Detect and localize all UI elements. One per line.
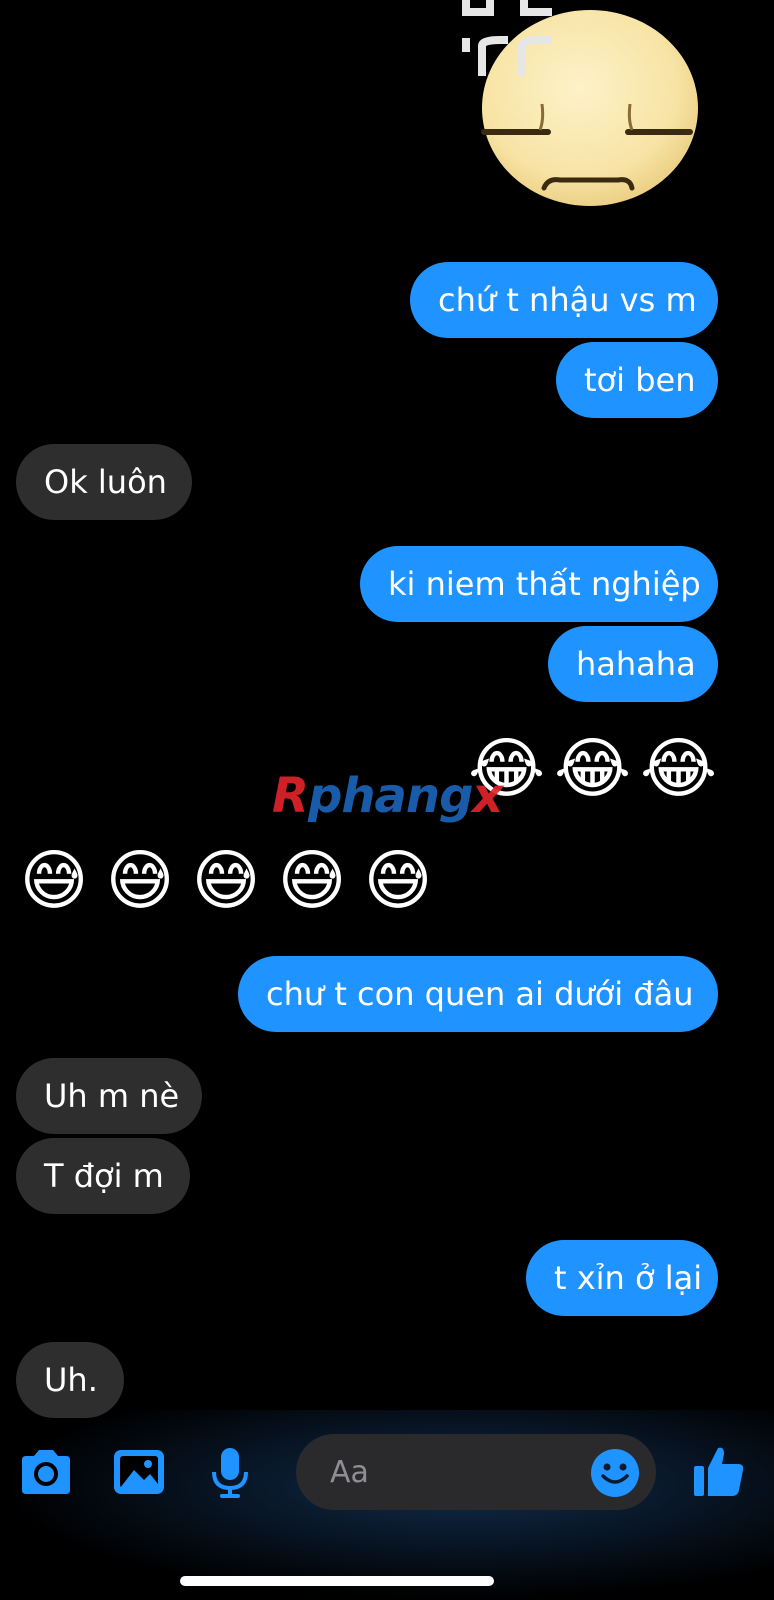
- message-input-placeholder: Aa: [330, 1454, 369, 1490]
- emoji-glyph: 😅: [105, 842, 175, 919]
- message-incoming[interactable]: Uh.: [16, 1342, 124, 1418]
- thumbs-up-icon[interactable]: [692, 1444, 746, 1498]
- emoji-glyph: 😅: [191, 842, 261, 919]
- message-incoming[interactable]: T đợi m: [16, 1138, 190, 1214]
- sticker-fragment: [462, 0, 552, 76]
- emoji-glyph: 😂: [554, 730, 632, 807]
- emoji-glyph: 😅: [277, 842, 347, 919]
- message-outgoing[interactable]: chứ t nhậu vs m: [410, 262, 718, 338]
- image-icon[interactable]: [112, 1448, 166, 1496]
- message-input[interactable]: Aa: [296, 1434, 656, 1510]
- emoji-glyph: 😅: [363, 842, 433, 919]
- home-indicator: [180, 1576, 494, 1586]
- camera-icon[interactable]: [18, 1448, 74, 1496]
- message-incoming[interactable]: Uh m nè: [16, 1058, 202, 1134]
- message-outgoing[interactable]: chư t con quen ai dưới đâu: [238, 956, 718, 1032]
- message-incoming[interactable]: Ok luôn: [16, 444, 192, 520]
- watermark: Rphangx: [272, 768, 503, 824]
- message-outgoing-emoji[interactable]: 😂 😂 😂: [468, 730, 718, 807]
- message-outgoing[interactable]: hahaha: [548, 626, 718, 702]
- message-outgoing[interactable]: t xỉn ở lại: [526, 1240, 718, 1316]
- message-incoming-emoji[interactable]: 😅 😅 😅 😅 😅: [18, 848, 434, 914]
- emoji-glyph: 😅: [19, 842, 89, 919]
- microphone-icon[interactable]: [210, 1446, 250, 1500]
- message-outgoing[interactable]: tơi ben: [556, 342, 718, 418]
- emoji-icon[interactable]: [590, 1448, 640, 1498]
- message-outgoing[interactable]: ki niem thất nghiệp: [360, 546, 718, 622]
- emoji-glyph: 😂: [640, 730, 718, 807]
